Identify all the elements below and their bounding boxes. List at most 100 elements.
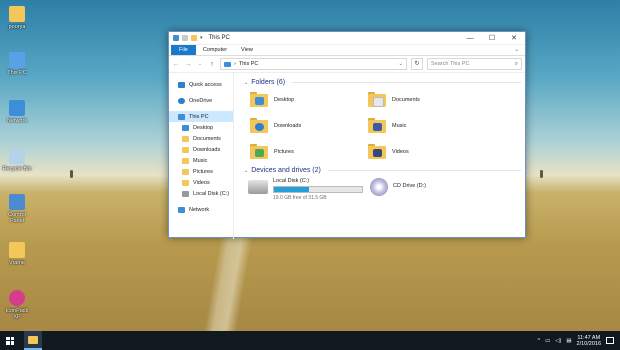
nav-item-pictures[interactable]: Pictures	[169, 166, 233, 177]
address-field[interactable]: › This PC ⌄	[220, 58, 407, 70]
videos-folder-icon	[182, 179, 189, 186]
desktop-folder-icon	[250, 92, 268, 107]
taskbar-file-explorer[interactable]	[24, 331, 42, 350]
refresh-button[interactable]: ↻	[411, 58, 423, 70]
tab-computer[interactable]: Computer	[196, 45, 234, 55]
desktop-icon-control-panel[interactable]: Control Panel	[2, 194, 32, 224]
minimize-button[interactable]: —	[459, 32, 481, 44]
folder-item-documents[interactable]: Documents	[368, 90, 486, 109]
expand-ribbon-icon[interactable]: ⌄	[507, 45, 525, 55]
nav-item-this-pc[interactable]: This PC	[169, 111, 233, 122]
clock[interactable]: 11:47 AM 2/10/2016	[577, 335, 601, 347]
nav-item-documents[interactable]: Documents	[169, 133, 233, 144]
nav-item-label: Pictures	[193, 168, 213, 175]
documents-folder-icon	[368, 92, 386, 107]
folder-icon	[28, 335, 38, 344]
up-button[interactable]: ↑	[208, 61, 216, 68]
desktop-icon-iconpack[interactable]: IconPack XP	[2, 290, 32, 320]
properties-icon[interactable]	[182, 35, 188, 41]
recent-locations-icon[interactable]: ⌄	[196, 61, 204, 67]
network-icon[interactable]: ▭	[545, 338, 550, 344]
videos-folder-icon	[368, 144, 386, 159]
ribbon-tabs: File Computer View ⌄	[169, 45, 525, 56]
keyboard-icon[interactable]: ▤	[566, 338, 571, 344]
search-icon: ⌕	[514, 60, 518, 67]
nav-item-label: Local Disk (C:)	[193, 190, 230, 197]
music-folder-icon	[368, 118, 386, 133]
drive-item-cd[interactable]: CD Drive (D:)	[370, 178, 486, 201]
network-icon	[9, 100, 25, 116]
pictures-folder-icon	[250, 144, 268, 159]
nav-item-quick-access[interactable]: Quick access	[169, 79, 233, 90]
folder-label: Downloads	[274, 122, 302, 129]
back-button[interactable]: ←	[172, 61, 180, 68]
folder-label: Music	[392, 122, 407, 129]
downloads-folder-icon	[182, 146, 189, 153]
network-icon	[178, 206, 185, 213]
drives-group-header[interactable]: ⌄ Devices and drives (2)	[244, 167, 521, 174]
folder-label: Pictures	[274, 148, 294, 155]
explorer-window: ▾ This PC — ☐ ✕ File Computer View ⌄ ← →…	[168, 31, 526, 239]
desktop-folder-icon	[182, 124, 189, 131]
computer-icon	[224, 61, 231, 67]
start-button[interactable]	[0, 331, 20, 350]
breadcrumb[interactable]: This PC	[239, 61, 259, 67]
nav-item-desktop[interactable]: Desktop	[169, 122, 233, 133]
volume-icon[interactable]: ◁)	[555, 338, 561, 344]
wallpaper-tree	[70, 170, 73, 178]
documents-folder-icon	[182, 135, 189, 142]
nav-item-label: Network	[189, 206, 210, 213]
nav-item-local-disk[interactable]: Local Disk (C:)	[169, 188, 233, 199]
downloads-folder-icon	[250, 118, 268, 133]
desktop-icon-poorya[interactable]: poorya	[2, 6, 32, 30]
wallpaper-road	[150, 230, 310, 340]
desktop-icon-recycle-bin[interactable]: Recycle Bin	[2, 148, 32, 172]
desktop-icon-label: Network	[6, 118, 28, 124]
tab-file[interactable]: File	[171, 45, 196, 55]
title-bar[interactable]: ▾ This PC — ☐ ✕	[169, 32, 525, 45]
drive-item-local-disk[interactable]: Local Disk (C:) 19.0 GB free of 31.5 GB	[248, 178, 364, 201]
folder-item-pictures[interactable]: Pictures	[250, 142, 368, 161]
quick-access-toolbar: ▾	[169, 35, 203, 41]
folder-item-videos[interactable]: Videos	[368, 142, 486, 161]
folder-icon	[9, 242, 25, 258]
address-dropdown-icon[interactable]: ⌄	[395, 61, 406, 67]
cloud-icon	[178, 97, 185, 104]
tab-view[interactable]: View	[234, 45, 260, 55]
action-center-icon[interactable]	[606, 337, 614, 344]
nav-item-music[interactable]: Music	[169, 155, 233, 166]
iconpack-icon	[9, 290, 25, 306]
drive-icon	[182, 190, 189, 197]
folder-item-music[interactable]: Music	[368, 116, 486, 135]
desktop-icon-label: This PC	[7, 70, 27, 76]
nav-item-onedrive[interactable]: OneDrive	[169, 95, 233, 106]
forward-button[interactable]: →	[184, 61, 192, 68]
desktop-icon-label: Vrame	[9, 260, 25, 266]
desktop-icon-vrame[interactable]: Vrame	[2, 242, 32, 266]
address-bar-row: ← → ⌄ ↑ › This PC ⌄ ↻ Search This PC ⌕	[169, 56, 525, 73]
chevron-up-icon[interactable]: ^	[537, 338, 540, 344]
nav-item-network[interactable]: Network	[169, 204, 233, 215]
group-title: Devices and drives (2)	[251, 167, 321, 174]
nav-item-videos[interactable]: Videos	[169, 177, 233, 188]
maximize-button[interactable]: ☐	[481, 32, 503, 44]
control-panel-icon	[9, 194, 25, 210]
new-folder-icon[interactable]	[191, 35, 197, 41]
desktop-icon-this-pc[interactable]: This PC	[2, 52, 32, 76]
nav-item-label: Documents	[193, 135, 221, 142]
close-button[interactable]: ✕	[503, 32, 525, 44]
folders-group-header[interactable]: ⌄ Folders (6)	[244, 79, 521, 86]
folder-item-downloads[interactable]: Downloads	[250, 116, 368, 135]
nav-item-downloads[interactable]: Downloads	[169, 144, 233, 155]
chevron-down-icon[interactable]: ▾	[200, 35, 203, 41]
hard-drive-icon	[248, 180, 268, 194]
nav-item-label: Desktop	[193, 124, 214, 131]
folder-item-desktop[interactable]: Desktop	[250, 90, 368, 109]
computer-icon[interactable]	[173, 35, 179, 41]
star-icon	[178, 81, 185, 88]
search-input[interactable]: Search This PC ⌕	[427, 58, 522, 70]
content-pane: ⌄ Folders (6) Desktop Documents Download…	[234, 73, 525, 239]
chevron-down-icon: ⌄	[244, 167, 249, 174]
computer-icon	[9, 52, 25, 68]
desktop-icon-network[interactable]: Network	[2, 100, 32, 124]
